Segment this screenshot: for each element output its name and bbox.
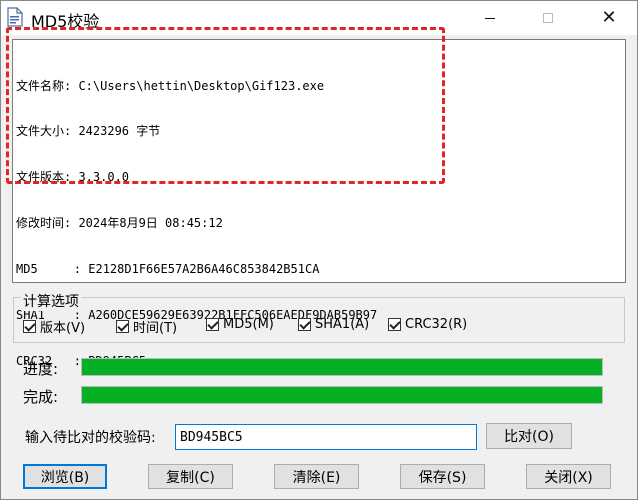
complete-label: 完成: (23, 388, 59, 406)
progress-bar (81, 358, 603, 376)
checkbox-md5-label: MD5(M) (223, 317, 274, 332)
complete-bar-fill (82, 387, 602, 403)
browse-button[interactable]: 浏览(B) (23, 464, 107, 489)
highlight-annotation (6, 27, 445, 184)
checkbox-sha1[interactable]: SHA1(A) (298, 317, 369, 332)
checkbox-sha1-label: SHA1(A) (315, 317, 370, 332)
checkbox-md5[interactable]: MD5(M) (206, 317, 274, 332)
checkbox-checked-icon[interactable] (116, 320, 129, 333)
progress-label: 进度: (23, 360, 59, 378)
checkbox-checked-icon[interactable] (23, 320, 36, 333)
close-window-button[interactable]: ✕ (586, 1, 632, 35)
minimize-icon (485, 17, 495, 19)
result-line-md5: MD5 : E2128D1F66E57A2B6A46C853842B51CA (16, 262, 320, 277)
checkbox-version[interactable]: 版本(V) (23, 317, 85, 336)
checkbox-time-label: 时间(T) (133, 321, 178, 336)
compare-input[interactable] (175, 424, 477, 450)
checkbox-version-label: 版本(V) (40, 321, 86, 336)
result-line-modified: 修改时间: 2024年8月9日 08:45:12 (16, 216, 223, 231)
progress-bar-fill (82, 359, 602, 375)
checkbox-checked-icon[interactable] (206, 318, 219, 331)
checkbox-crc32[interactable]: CRC32(R) (388, 317, 467, 332)
maximize-icon (543, 13, 553, 23)
checkbox-checked-icon[interactable] (298, 318, 311, 331)
maximize-button[interactable] (525, 1, 571, 35)
compare-button[interactable]: 比对(O) (486, 423, 572, 449)
checkbox-time[interactable]: 时间(T) (116, 317, 177, 336)
compare-label: 输入待比对的校验码: (25, 430, 156, 446)
checkbox-crc32-label: CRC32(R) (405, 317, 468, 332)
copy-button[interactable]: 复制(C) (148, 464, 233, 489)
app-file-icon (7, 7, 23, 27)
clear-button[interactable]: 清除(E) (274, 464, 359, 489)
checkbox-checked-icon[interactable] (388, 318, 401, 331)
md5-window: MD5校验 ✕ 文件名称: C:\Users\hettin\Desktop\Gi… (0, 0, 638, 500)
save-button[interactable]: 保存(S) (400, 464, 485, 489)
complete-bar (81, 386, 603, 404)
close-button[interactable]: 关闭(X) (526, 464, 611, 489)
minimize-button[interactable] (467, 1, 513, 35)
close-icon: ✕ (601, 7, 617, 28)
options-group-title: 计算选项 (21, 291, 81, 311)
